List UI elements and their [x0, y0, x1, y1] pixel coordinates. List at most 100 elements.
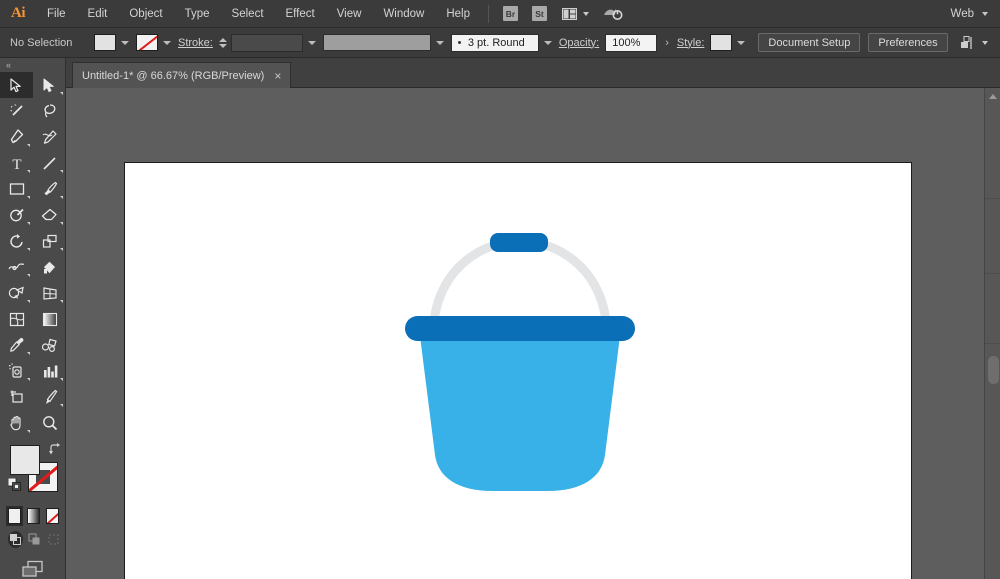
rotate-tool[interactable] [0, 228, 33, 254]
arrange-documents-icon[interactable] [562, 8, 589, 20]
slice-tool[interactable] [33, 384, 66, 410]
stroke-dropdown-arrow[interactable] [163, 41, 171, 45]
menu-window[interactable]: Window [372, 0, 435, 28]
paint-mode-group [0, 504, 65, 524]
stock-button[interactable]: St [532, 6, 547, 21]
menu-select[interactable]: Select [221, 0, 275, 28]
symbol-sprayer-tool[interactable] [0, 358, 33, 384]
shape-builder-tool[interactable] [0, 280, 33, 306]
draw-normal-button[interactable] [8, 531, 23, 548]
hand-tool[interactable] [0, 410, 33, 436]
align-objects-icon[interactable] [960, 36, 988, 50]
curvature-tool[interactable] [33, 124, 66, 150]
draw-inside-button[interactable] [46, 531, 61, 548]
perspective-grid-tool[interactable] [33, 280, 66, 306]
magic-wand-tool[interactable] [0, 98, 33, 124]
workspace-switcher[interactable]: Web [951, 8, 988, 20]
brush-dropdown-arrow[interactable] [544, 41, 552, 45]
stroke-profile-field[interactable] [323, 34, 431, 51]
blue-bucket-illustration[interactable] [405, 225, 635, 505]
menu-file[interactable]: File [36, 0, 77, 28]
style-label: Style: [677, 37, 705, 49]
chevron-down-icon [583, 12, 589, 16]
paintbrush-tool[interactable] [33, 176, 66, 202]
mesh-tool[interactable] [0, 306, 33, 332]
opacity-label: Opacity: [559, 37, 599, 49]
bridge-button[interactable]: Br [503, 6, 518, 21]
default-fill-stroke-icon[interactable] [8, 478, 21, 496]
artboard-tool[interactable] [0, 384, 33, 410]
fill-dropdown-arrow[interactable] [121, 41, 129, 45]
stroke-color-swatch[interactable] [136, 34, 158, 51]
draw-behind-button[interactable] [27, 531, 42, 548]
artboard[interactable] [124, 162, 912, 579]
scale-tool[interactable] [33, 228, 66, 254]
canvas-area[interactable] [66, 88, 1000, 579]
shaper-tool[interactable] [0, 202, 33, 228]
style-dropdown-arrow[interactable] [737, 41, 745, 45]
gradient-mode-button[interactable] [27, 508, 40, 524]
illustrator-window: Ai File Edit Object Type Select Effect V… [0, 0, 1000, 579]
menu-view[interactable]: View [326, 0, 373, 28]
fill-color-swatch[interactable] [94, 34, 116, 51]
width-tool[interactable] [0, 254, 33, 280]
pen-tool[interactable] [0, 124, 33, 150]
bucket-rim [405, 316, 635, 341]
gradient-tool[interactable] [33, 306, 66, 332]
selection-status: No Selection [10, 37, 94, 49]
color-mode-button[interactable] [8, 508, 21, 524]
menu-edit[interactable]: Edit [77, 0, 119, 28]
opacity-value: 100% [612, 37, 640, 49]
tools-panel: « T [0, 58, 66, 579]
preferences-button[interactable]: Preferences [868, 33, 947, 52]
brush-definition-field[interactable]: 3 pt. Round [451, 34, 539, 52]
eyedropper-tool[interactable] [0, 332, 33, 358]
svg-text:T: T [12, 157, 21, 171]
zoom-tool[interactable] [33, 410, 66, 436]
scrollbar-tick [985, 343, 1000, 344]
swap-fill-stroke-icon[interactable] [48, 442, 61, 460]
document-setup-button[interactable]: Document Setup [758, 33, 860, 52]
fill-stroke-cluster [0, 442, 66, 504]
blend-tool[interactable] [33, 332, 66, 358]
sync-settings-icon[interactable] [603, 6, 623, 22]
scrollbar-tick [985, 198, 1000, 199]
scrollbar-thumb[interactable] [988, 356, 999, 384]
draw-mode-group [0, 524, 65, 548]
menu-divider [488, 5, 489, 23]
stroke-weight-dropdown-arrow[interactable] [308, 41, 316, 45]
app-logo: Ai [0, 0, 36, 28]
collapse-panel-icon[interactable]: « [0, 58, 65, 72]
scrollbar-tick [985, 273, 1000, 274]
control-bar: No Selection Stroke: 3 pt. Round Opacity… [0, 28, 1000, 58]
close-icon[interactable]: × [274, 70, 281, 82]
document-tab[interactable]: Untitled-1* @ 66.67% (RGB/Preview) × [72, 62, 291, 88]
opacity-field[interactable]: 100% [605, 34, 657, 52]
fill-color-indicator[interactable] [10, 445, 40, 475]
lasso-tool[interactable] [33, 98, 66, 124]
screen-mode-button[interactable] [0, 548, 65, 579]
document-tab-title: Untitled-1* @ 66.67% (RGB/Preview) [82, 70, 264, 82]
opacity-flyout-arrow[interactable]: › [665, 37, 669, 49]
stroke-weight-stepper[interactable] [219, 38, 227, 48]
menu-help[interactable]: Help [435, 0, 481, 28]
eraser-tool[interactable] [33, 202, 66, 228]
graphic-style-swatch[interactable] [710, 34, 732, 51]
direct-selection-tool[interactable] [33, 72, 66, 98]
none-mode-button[interactable] [46, 508, 59, 524]
menu-type[interactable]: Type [174, 0, 221, 28]
column-graph-tool[interactable] [33, 358, 66, 384]
vertical-scrollbar[interactable] [984, 88, 1000, 579]
free-transform-tool[interactable] [33, 254, 66, 280]
type-tool[interactable]: T [0, 150, 33, 176]
menubar-right-group: Web [951, 0, 1000, 28]
stroke-weight-field[interactable] [231, 34, 303, 52]
brush-dot-icon [458, 41, 461, 44]
menu-object[interactable]: Object [118, 0, 173, 28]
scroll-up-arrow[interactable] [985, 88, 1000, 104]
selection-tool[interactable] [0, 72, 33, 98]
rectangle-tool[interactable] [0, 176, 33, 202]
menu-effect[interactable]: Effect [275, 0, 326, 28]
stroke-profile-dropdown-arrow[interactable] [436, 41, 444, 45]
line-segment-tool[interactable] [33, 150, 66, 176]
